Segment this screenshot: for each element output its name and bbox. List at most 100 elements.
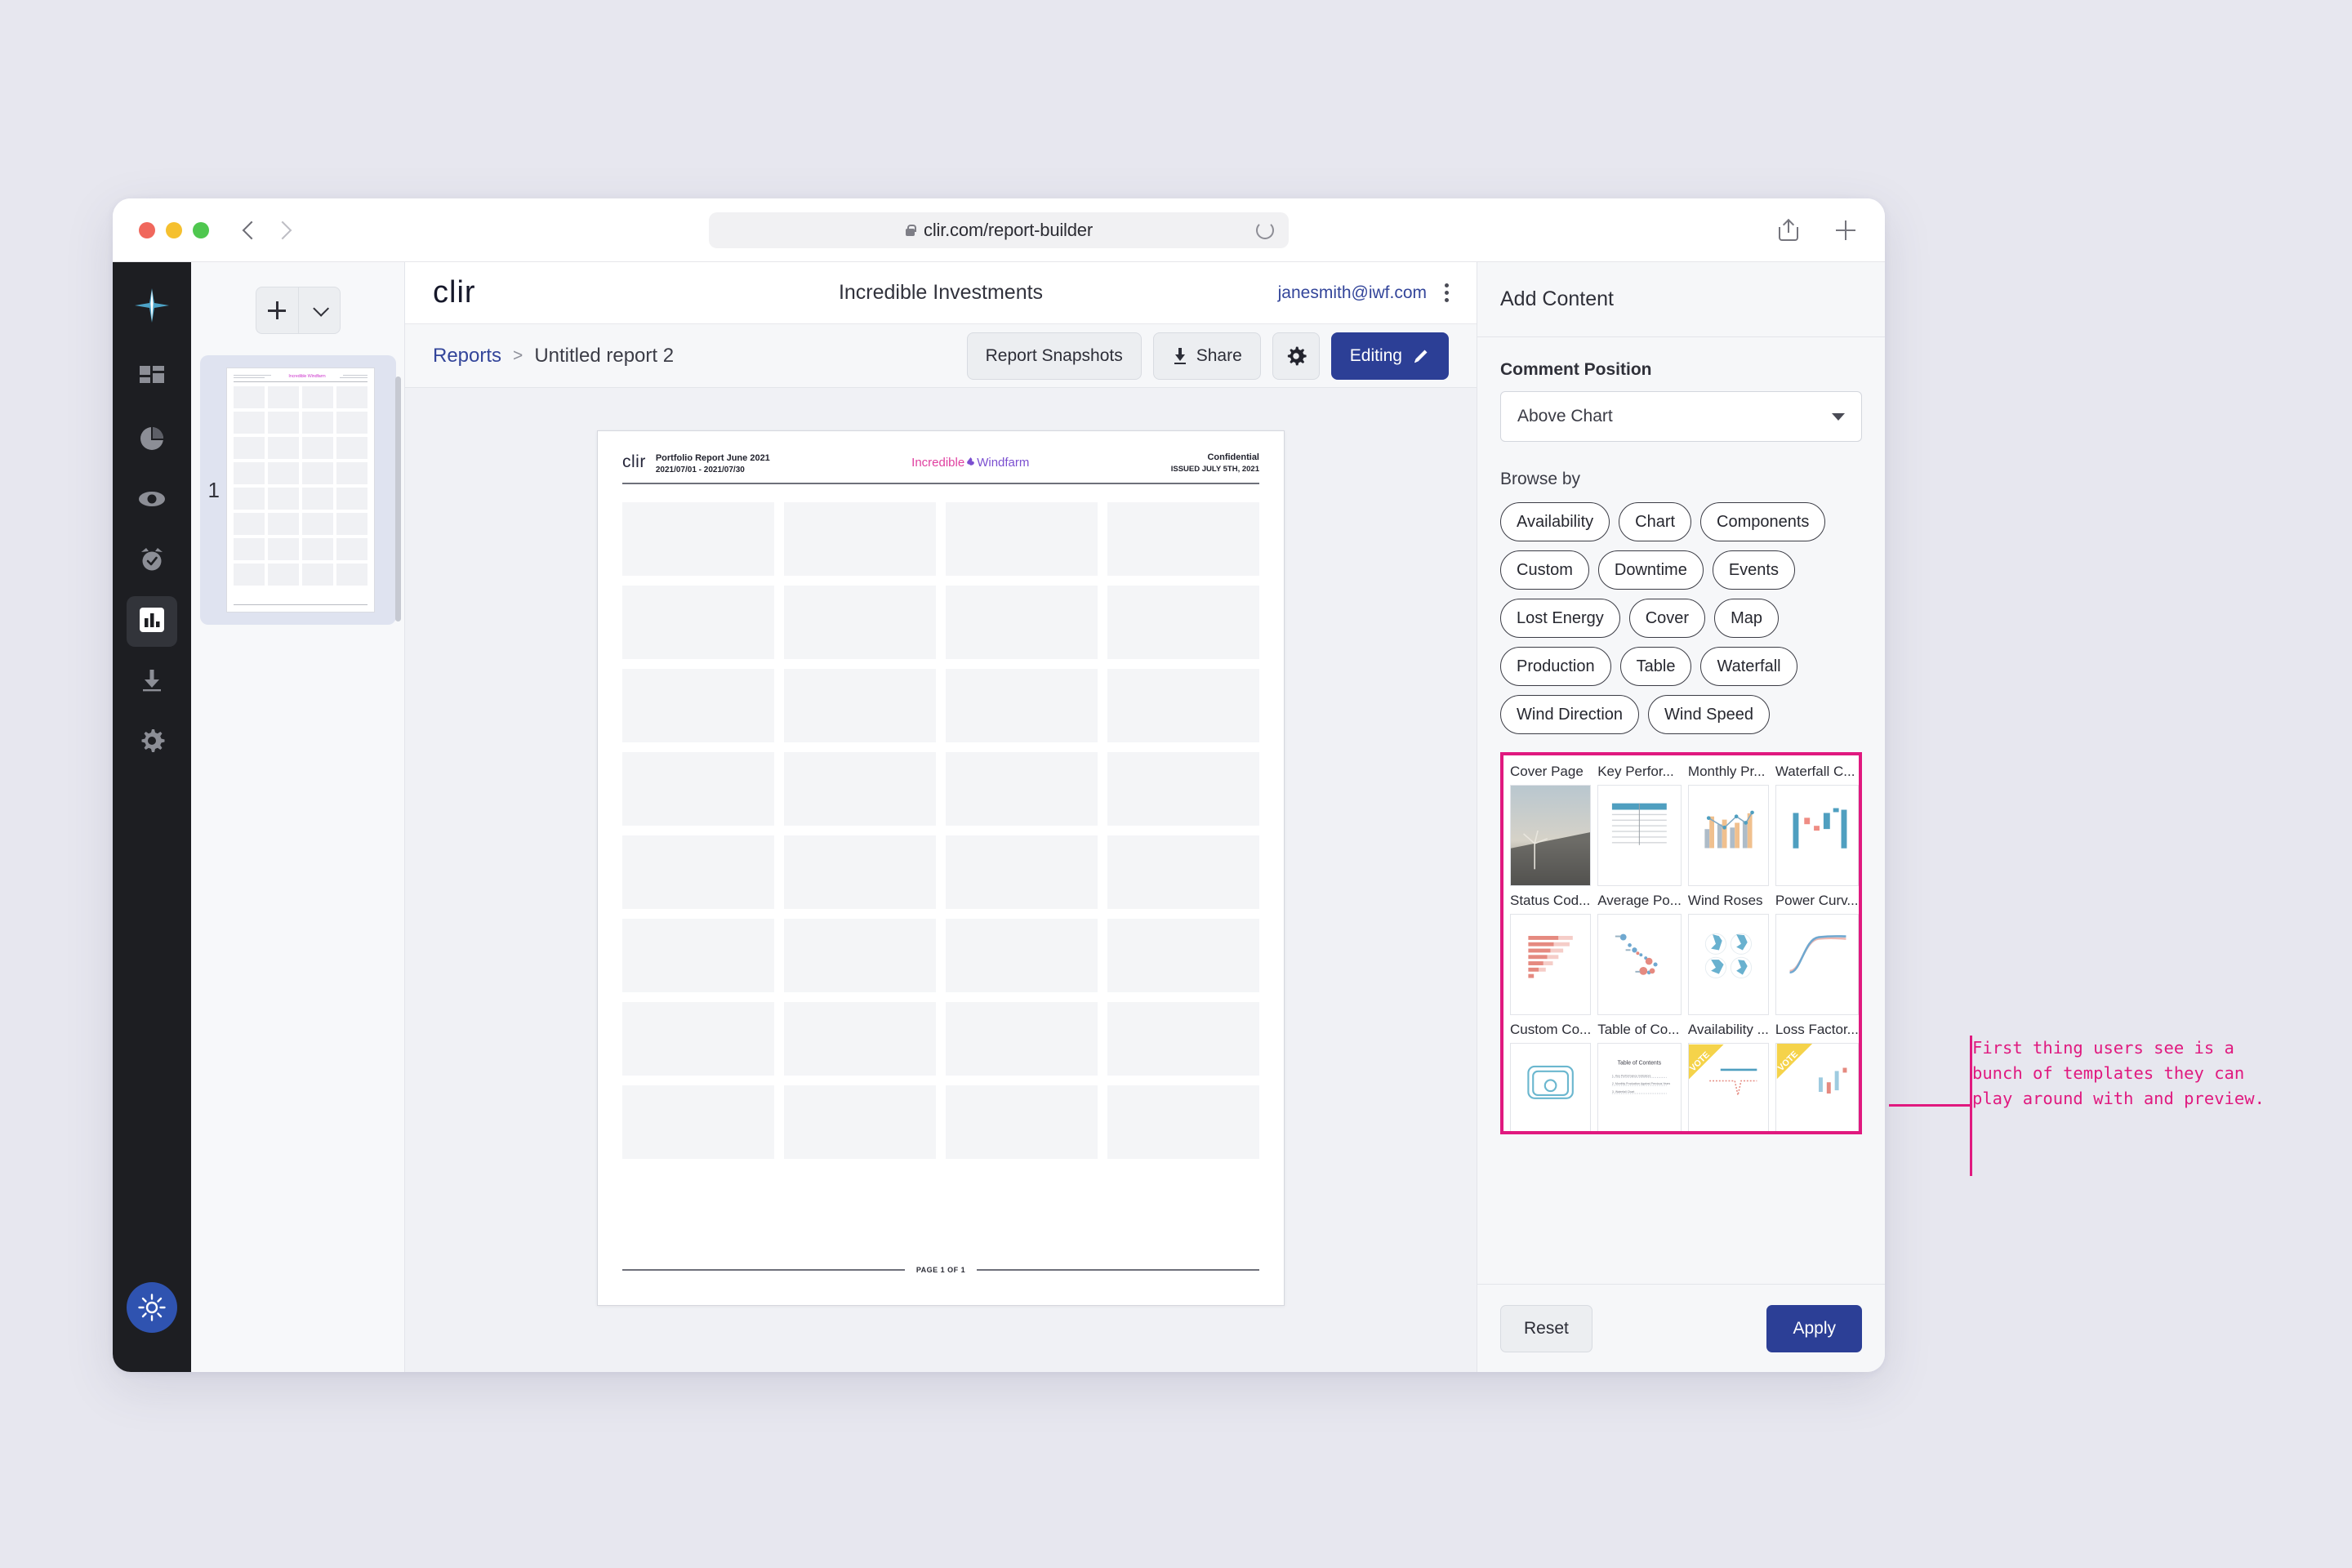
chip-downtime[interactable]: Downtime — [1597, 550, 1704, 590]
report-placeholder-cell[interactable] — [946, 835, 1098, 909]
template-card[interactable]: Waterfall C... — [1775, 764, 1859, 886]
template-thumb-monthly-production[interactable] — [1687, 785, 1769, 886]
sidebar-item-monitor[interactable] — [127, 475, 177, 526]
report-placeholder-cell[interactable] — [1107, 751, 1259, 826]
user-email-link[interactable]: janesmith@iwf.com — [1278, 283, 1427, 303]
template-thumb-status-codes[interactable] — [1510, 914, 1592, 1015]
template-thumb-wind-roses[interactable] — [1687, 914, 1769, 1015]
sidebar-item-settings[interactable] — [127, 717, 177, 768]
chip-wind-direction[interactable]: Wind Direction — [1500, 695, 1640, 734]
template-card[interactable]: Monthly Pr... — [1687, 764, 1769, 886]
report-placeholder-cell[interactable] — [784, 585, 936, 659]
template-card[interactable]: Availability ... VOTE — [1687, 1022, 1769, 1131]
report-placeholder-cell[interactable] — [784, 835, 936, 909]
template-card[interactable]: Average Po... — [1597, 893, 1682, 1015]
report-placeholder-cell[interactable] — [622, 835, 774, 909]
report-placeholder-cell[interactable] — [622, 501, 774, 576]
report-placeholder-cell[interactable] — [1107, 1085, 1259, 1159]
template-thumb-waterfall[interactable] — [1775, 785, 1859, 886]
report-placeholder-cell[interactable] — [946, 668, 1098, 742]
report-placeholder-cell[interactable] — [622, 918, 774, 992]
report-placeholder-cell[interactable] — [946, 585, 1098, 659]
report-placeholder-cell[interactable] — [622, 668, 774, 742]
chip-production[interactable]: Production — [1500, 647, 1611, 686]
report-placeholder-cell[interactable] — [784, 1001, 936, 1076]
template-card[interactable]: Table of Co... Table of Contents 1. Key … — [1597, 1022, 1682, 1131]
chip-lost-energy[interactable]: Lost Energy — [1500, 599, 1620, 638]
sidebar-item-downloads[interactable] — [127, 657, 177, 707]
template-thumb-power-curve[interactable] — [1775, 914, 1859, 1015]
template-card[interactable]: Power Curv... — [1775, 893, 1859, 1015]
template-card[interactable]: Loss Factor... VOTE — [1775, 1022, 1859, 1131]
chip-table[interactable]: Table — [1619, 647, 1692, 686]
report-placeholder-cell[interactable] — [622, 585, 774, 659]
template-card[interactable]: Cover Page — [1510, 764, 1592, 886]
report-canvas[interactable]: clir Portfolio Report June 2021 2021/07/… — [405, 388, 1477, 1372]
report-placeholder-cell[interactable] — [784, 668, 936, 742]
chip-cover[interactable]: Cover — [1628, 599, 1706, 638]
template-thumb-average-power[interactable] — [1597, 914, 1682, 1015]
chip-events[interactable]: Events — [1712, 550, 1795, 590]
report-placeholder-cell[interactable] — [784, 751, 936, 826]
reload-icon[interactable] — [1256, 220, 1274, 239]
new-tab-icon[interactable] — [1836, 220, 1855, 240]
report-snapshots-button[interactable]: Report Snapshots — [966, 332, 1142, 380]
report-placeholder-cell[interactable] — [946, 501, 1098, 576]
forward-icon[interactable] — [273, 220, 292, 239]
sidebar-item-reports[interactable] — [127, 596, 177, 647]
clir-star-logo[interactable] — [133, 287, 171, 328]
apply-button[interactable]: Apply — [1766, 1304, 1862, 1352]
add-page-button[interactable] — [255, 287, 298, 334]
template-thumb-kpi-table[interactable] — [1597, 785, 1682, 886]
report-placeholder-cell[interactable] — [1107, 585, 1259, 659]
share-button[interactable]: Share — [1152, 332, 1261, 380]
template-thumb-cover-page[interactable] — [1510, 785, 1592, 886]
template-card[interactable]: Key Perfor... — [1597, 764, 1682, 886]
close-window-button[interactable] — [139, 221, 155, 238]
report-placeholder-cell[interactable] — [1107, 918, 1259, 992]
report-placeholder-cell[interactable] — [622, 751, 774, 826]
template-thumb-custom-comment[interactable] — [1510, 1043, 1592, 1131]
chip-chart[interactable]: Chart — [1619, 502, 1692, 541]
address-bar[interactable]: clir.com/report-builder — [709, 212, 1289, 248]
template-card[interactable]: Custom Co... — [1510, 1022, 1592, 1131]
share-icon[interactable] — [1779, 218, 1798, 241]
app-brand-logo[interactable]: clir — [433, 275, 476, 310]
back-icon[interactable] — [242, 220, 261, 239]
chip-waterfall[interactable]: Waterfall — [1700, 647, 1797, 686]
report-settings-button[interactable] — [1272, 332, 1320, 380]
sidebar-item-alerts[interactable] — [127, 536, 177, 586]
sidebar-item-analytics[interactable] — [127, 415, 177, 466]
report-placeholder-cell[interactable] — [946, 918, 1098, 992]
template-thumb-availability[interactable]: VOTE — [1687, 1043, 1769, 1131]
report-placeholder-cell[interactable] — [1107, 1001, 1259, 1076]
pages-panel-scrollbar[interactable] — [395, 376, 401, 621]
theme-toggle-button[interactable] — [127, 1282, 177, 1333]
report-placeholder-cell[interactable] — [1107, 501, 1259, 576]
report-placeholder-cell[interactable] — [946, 1001, 1098, 1076]
sun-icon[interactable] — [127, 1282, 177, 1333]
report-placeholder-cell[interactable] — [946, 751, 1098, 826]
report-page[interactable]: clir Portfolio Report June 2021 2021/07/… — [597, 430, 1285, 1306]
window-traffic-lights[interactable] — [139, 221, 209, 238]
page-thumbnail-item[interactable]: 1 Incredible Windfarm — [199, 355, 396, 625]
report-placeholder-cell[interactable] — [622, 1085, 774, 1159]
chip-custom[interactable]: Custom — [1500, 550, 1589, 590]
chip-components[interactable]: Components — [1700, 502, 1826, 541]
report-placeholder-cell[interactable] — [622, 1001, 774, 1076]
maximize-window-button[interactable] — [193, 221, 209, 238]
reset-button[interactable]: Reset — [1500, 1304, 1592, 1352]
browser-nav-arrows[interactable] — [242, 220, 292, 239]
kebab-menu-icon[interactable] — [1445, 283, 1449, 302]
minimize-window-button[interactable] — [166, 221, 182, 238]
report-placeholder-cell[interactable] — [784, 501, 936, 576]
chip-wind-speed[interactable]: Wind Speed — [1648, 695, 1771, 734]
template-card[interactable]: Status Cod... — [1510, 893, 1592, 1015]
report-placeholder-cell[interactable] — [784, 1085, 936, 1159]
comment-position-select[interactable]: Above Chart — [1500, 391, 1862, 442]
sidebar-item-dashboard[interactable] — [127, 354, 177, 405]
chip-map[interactable]: Map — [1714, 599, 1779, 638]
report-placeholder-cell[interactable] — [1107, 668, 1259, 742]
breadcrumb-reports-link[interactable]: Reports — [433, 345, 501, 368]
template-card[interactable]: Wind Roses — [1687, 893, 1769, 1015]
